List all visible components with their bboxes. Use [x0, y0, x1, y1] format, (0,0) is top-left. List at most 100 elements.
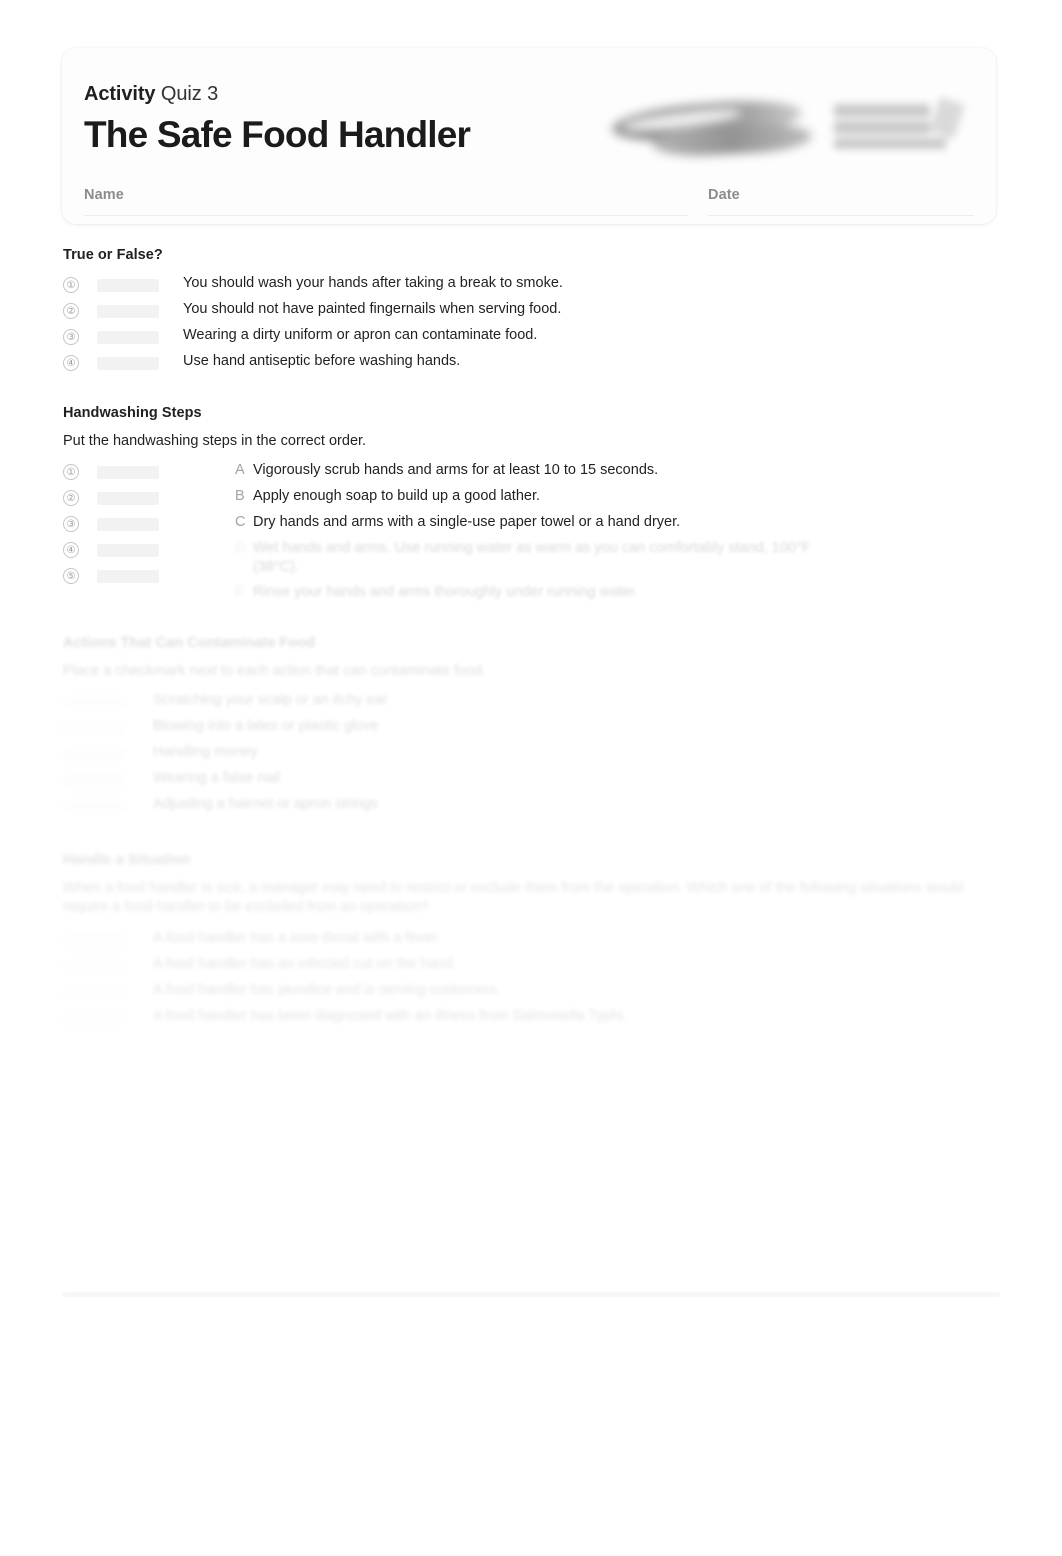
answer-blank[interactable] [97, 466, 159, 479]
list-item[interactable]: ① [63, 461, 263, 487]
item-label: A food handler has jaundice and is servi… [153, 982, 501, 998]
footer-divider [63, 1292, 1000, 1297]
list-item[interactable]: Wearing a false nail [63, 769, 1003, 795]
handwashing-answer-grid: ① ② ③ ④ ⑤ A Vigorously scrub hands and a… [63, 461, 1003, 600]
date-field-rule [708, 215, 974, 216]
name-field-label: Name [84, 187, 124, 203]
answer-blank[interactable] [97, 357, 159, 370]
option-label: Dry hands and arms with a single-use pap… [253, 514, 681, 530]
answer-blank[interactable] [97, 570, 159, 583]
list-item[interactable]: ② You should not have painted fingernail… [63, 300, 1003, 326]
item-label: Blowing into a latex or plastic glove [153, 718, 379, 734]
item-number: ④ [63, 542, 79, 558]
answer-blank[interactable] [63, 722, 125, 735]
handwashing-order-column: ① ② ③ ④ ⑤ [63, 461, 263, 591]
item-label: Adjusting a hairnet or apron strings [153, 796, 378, 812]
item-label: Scratching your scalp or an itchy ear [153, 692, 388, 708]
item-label: A food handler has been diagnosed with a… [153, 1008, 627, 1024]
handwashing-options-column: A Vigorously scrub hands and arms for at… [235, 461, 1003, 609]
name-field-rule [84, 215, 688, 216]
list-item[interactable]: A food handler has jaundice and is servi… [63, 981, 1003, 1007]
item-number: ③ [63, 516, 79, 532]
section-instruction-actions-contaminate-food: Place a checkmark next to each action th… [63, 663, 487, 679]
item-label: Wearing a false nail [153, 770, 281, 786]
item-label: Use hand antiseptic before washing hands… [183, 353, 461, 369]
section-handle-a-situation: Handle a Situation When a food handler i… [63, 851, 1003, 1033]
item-number: ① [63, 464, 79, 480]
header-card: Activity Quiz 3 The Safe Food Handler Na… [62, 48, 996, 224]
answer-blank[interactable] [97, 279, 159, 292]
list-item[interactable]: Adjusting a hairnet or apron strings [63, 795, 1003, 821]
list-item[interactable]: ③ [63, 513, 263, 539]
option-letter: E [235, 584, 245, 600]
item-label: Wearing a dirty uniform or apron can con… [183, 327, 538, 343]
option-label: Vigorously scrub hands and arms for at l… [253, 462, 659, 478]
option-row[interactable]: C Dry hands and arms with a single-use p… [235, 513, 1003, 539]
name-field[interactable]: Name [84, 186, 688, 216]
section-instruction-handwashing-steps: Put the handwashing steps in the correct… [63, 433, 367, 449]
option-letter: A [235, 462, 245, 478]
answer-blank[interactable] [63, 960, 125, 973]
list-item[interactable]: ③ Wearing a dirty uniform or apron can c… [63, 326, 1003, 352]
page-title: The Safe Food Handler [84, 114, 471, 155]
list-item[interactable]: Handling money [63, 743, 1003, 769]
kicker-quiz-label: Quiz 3 [160, 83, 219, 105]
list-item[interactable]: ⑤ [63, 565, 263, 591]
list-item[interactable]: A food handler has a sore throat with a … [63, 929, 1003, 955]
header-text-block: Activity Quiz 3 The Safe Food Handler [84, 82, 974, 158]
section-handwashing-steps: Handwashing Steps Put the handwashing st… [63, 404, 1003, 600]
list-item[interactable]: Scratching your scalp or an itchy ear [63, 691, 1003, 717]
answer-blank[interactable] [63, 986, 125, 999]
item-number: ⑤ [63, 568, 79, 584]
answer-blank[interactable] [63, 934, 125, 947]
item-label: A food handler has a sore throat with a … [153, 930, 441, 946]
item-label: You should not have painted fingernails … [183, 301, 562, 317]
answer-blank[interactable] [63, 696, 125, 709]
section-actions-contaminate-food: Actions That Can Contaminate Food Place … [63, 634, 1003, 821]
option-letter: C [235, 514, 246, 530]
item-label: A food handler has an infected cut on th… [153, 956, 457, 972]
item-label: You should wash your hands after taking … [183, 275, 563, 291]
kicker-strong-label: Activity [84, 83, 156, 105]
true-false-list: ① You should wash your hands after takin… [63, 274, 1003, 378]
list-item[interactable]: A food handler has an infected cut on th… [63, 955, 1003, 981]
list-item[interactable]: ④ Use hand antiseptic before washing han… [63, 352, 1003, 378]
item-label: Handling money [153, 744, 258, 760]
section-true-or-false: True or False? ① You should wash your ha… [63, 246, 1003, 378]
list-item[interactable]: Blowing into a latex or plastic glove [63, 717, 1003, 743]
option-row[interactable]: B Apply enough soap to build up a good l… [235, 487, 1003, 513]
section-title-true-or-false: True or False? [63, 247, 163, 263]
list-item[interactable]: ① You should wash your hands after takin… [63, 274, 1003, 300]
answer-blank[interactable] [97, 305, 159, 318]
item-number: ③ [63, 329, 79, 345]
answer-blank[interactable] [97, 518, 159, 531]
item-number: ② [63, 303, 79, 319]
list-item[interactable]: ④ [63, 539, 263, 565]
name-date-row: Name Date [84, 186, 974, 220]
answer-blank[interactable] [63, 800, 125, 813]
option-row[interactable]: D Wet hands and arms. Use running water … [235, 539, 855, 577]
answer-blank[interactable] [97, 331, 159, 344]
option-row[interactable]: A Vigorously scrub hands and arms for at… [235, 461, 1003, 487]
answer-blank[interactable] [97, 492, 159, 505]
list-item[interactable]: ② [63, 487, 263, 513]
answer-blank[interactable] [63, 774, 125, 787]
option-row[interactable]: E Rinse your hands and arms thoroughly u… [235, 583, 1003, 609]
date-field-label: Date [708, 187, 740, 203]
section-instruction-handle-a-situation: When a food handler is sick, a manager m… [63, 880, 964, 915]
section-title-handwashing-steps: Handwashing Steps [63, 405, 202, 421]
item-number: ① [63, 277, 79, 293]
list-item[interactable]: A food handler has been diagnosed with a… [63, 1007, 1003, 1033]
answer-blank[interactable] [63, 1012, 125, 1025]
option-label: Rinse your hands and arms thoroughly und… [253, 584, 639, 600]
actions-checklist: Scratching your scalp or an itchy ear Bl… [63, 691, 1003, 821]
option-letter: B [235, 488, 245, 504]
date-field[interactable]: Date [708, 186, 974, 216]
section-title-handle-a-situation: Handle a Situation [63, 852, 191, 868]
option-letter: D [235, 540, 246, 556]
situation-choice-list: A food handler has a sore throat with a … [63, 929, 1003, 1033]
answer-blank[interactable] [97, 544, 159, 557]
answer-blank[interactable] [63, 748, 125, 761]
quiz-body: True or False? ① You should wash your ha… [63, 246, 1003, 1033]
section-title-actions-contaminate-food: Actions That Can Contaminate Food [63, 635, 316, 651]
